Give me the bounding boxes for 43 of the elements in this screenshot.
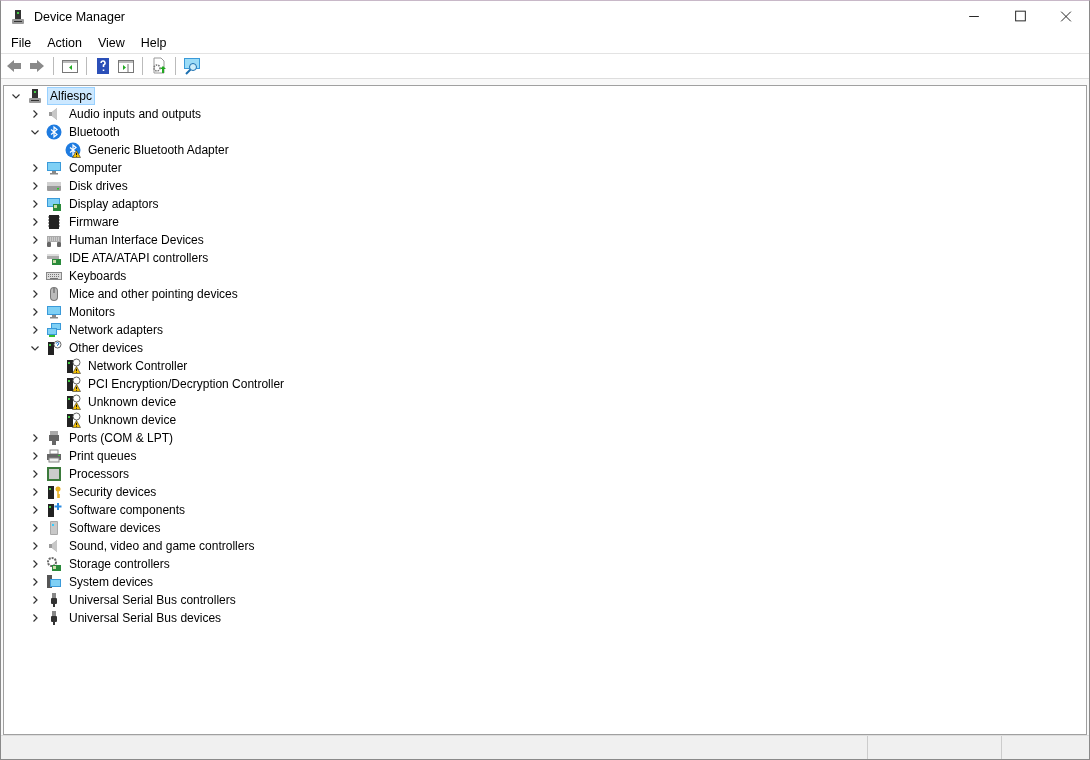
tree-item[interactable]: Ports (COM & LPT) [66, 429, 176, 447]
tree-item[interactable]: Unknown device [85, 411, 180, 429]
scan-hardware-button[interactable] [183, 57, 201, 75]
tree-item[interactable]: Network Controller [85, 357, 191, 375]
menu-item[interactable]: Action [39, 33, 90, 52]
tree-item[interactable]: Monitors [66, 303, 118, 321]
tree-item[interactable]: Software components [66, 501, 189, 519]
tree-item[interactable]: Human Interface Devices [66, 231, 207, 249]
tree-item[interactable]: Universal Serial Bus controllers [66, 591, 239, 609]
tree-item[interactable]: Bluetooth [66, 123, 123, 141]
tree-item[interactable]: Alfiespc [47, 87, 96, 105]
tree-item[interactable]: Mice and other pointing devices [66, 285, 241, 303]
tree-item[interactable]: System devices [66, 573, 157, 591]
help-button[interactable] [94, 57, 112, 75]
forward-button[interactable] [28, 57, 46, 75]
tree-item[interactable]: Print queues [66, 447, 140, 465]
tree-item[interactable]: Sound, video and game controllers [66, 537, 258, 555]
tree-item[interactable]: Security devices [66, 483, 160, 501]
computer-icon [10, 8, 26, 25]
tree-item[interactable]: Computer [66, 159, 125, 177]
show-hide-tree-button[interactable] [61, 57, 79, 75]
tree-item[interactable]: IDE ATA/ATAPI controllers [66, 249, 212, 267]
tree-item[interactable]: Processors [66, 465, 133, 483]
tree-item[interactable]: Storage controllers [66, 555, 173, 573]
update-driver-button[interactable] [150, 57, 168, 75]
tree-item[interactable]: PCI Encryption/Decryption Controller [85, 375, 288, 393]
tree-item[interactable]: Audio inputs and outputs [66, 105, 205, 123]
back-button[interactable] [5, 57, 23, 75]
tree-item[interactable]: Keyboards [66, 267, 130, 285]
tree-item[interactable]: Network adapters [66, 321, 167, 339]
tree-item[interactable]: Universal Serial Bus devices [66, 609, 225, 627]
window-title: Device Manager [34, 9, 125, 24]
tree-item[interactable]: Other devices [66, 339, 147, 357]
tree-item[interactable]: Unknown device [85, 393, 180, 411]
tree-item[interactable]: Disk drives [66, 177, 131, 195]
tree-item[interactable]: Software devices [66, 519, 164, 537]
menu-item[interactable]: View [89, 33, 133, 52]
action-pane-button[interactable] [117, 57, 135, 75]
tree-item[interactable]: Generic Bluetooth Adapter [85, 141, 232, 159]
menu-item[interactable]: File [3, 33, 40, 52]
menu-item[interactable]: Help [132, 33, 175, 52]
tree-item[interactable]: Firmware [66, 213, 122, 231]
tree-item[interactable]: Display adaptors [66, 195, 162, 213]
